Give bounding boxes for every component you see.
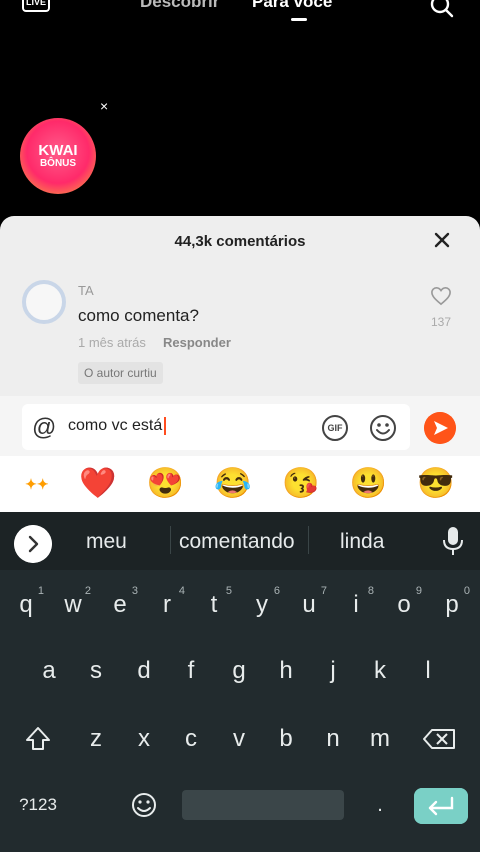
emoji-smile[interactable]: 😃 [350,469,387,499]
emoji-tears-of-joy[interactable]: 😂 [214,469,251,499]
symbols-key[interactable]: ?123 [12,780,64,830]
comment-text: como comenta? [78,306,199,325]
key-a[interactable]: a [27,646,71,696]
key-l[interactable]: l [406,646,450,696]
avatar[interactable] [22,280,66,324]
key-o[interactable]: o9 [382,580,426,630]
comments-count-title: 44,3k comentários [174,233,306,250]
bonus-close-icon[interactable]: × [100,98,108,114]
key-d[interactable]: d [122,646,166,696]
key-h[interactable]: h [264,646,308,696]
microphone-icon[interactable] [442,526,464,556]
comment-input-text[interactable]: como vc está [68,417,167,435]
live-icon[interactable]: LIVE [22,0,50,12]
gif-icon[interactable]: GIF [322,415,348,441]
text-caret [164,417,167,435]
key-n[interactable]: n [311,714,355,764]
bonus-subtitle: BÔNUS [39,157,77,169]
key-w[interactable]: w2 [51,580,95,630]
suggestion-2[interactable]: comentando [179,530,295,554]
comment-author[interactable]: TA [78,283,94,298]
comment-input-value: como vc está [68,417,163,435]
key-i[interactable]: i8 [334,580,378,630]
space-key[interactable] [182,790,344,820]
close-icon[interactable] [432,230,452,250]
key-g[interactable]: g [217,646,261,696]
key-k[interactable]: k [358,646,402,696]
key-t[interactable]: t5 [192,580,236,630]
emoji-sunglasses[interactable]: 😎 [417,469,454,499]
suggestion-divider [308,526,309,554]
heart-icon [431,286,451,306]
suggestion-bar: meu comentando linda [0,512,480,570]
kwai-sticker-icon[interactable]: ✦✦ [25,469,48,499]
mention-icon[interactable]: @ [32,414,56,442]
key-j[interactable]: j [311,646,355,696]
quick-emoji-row: ✦✦ ❤️ 😍 😂 😘 😃 😎 [0,456,480,512]
period-key[interactable]: . [358,780,402,830]
suggestion-divider [170,526,171,554]
key-b[interactable]: b [264,714,308,764]
key-z[interactable]: z [74,714,118,764]
emoji-picker-icon[interactable] [369,414,397,442]
active-tab-indicator [291,18,307,21]
top-navigation: LIVE Descobrir Para você [0,0,480,30]
key-m[interactable]: m [358,714,402,764]
bonus-title: KWAI [38,141,78,159]
tab-discover[interactable]: Descobrir [140,0,219,12]
comment-input-bar: @ como vc está GIF [0,396,480,456]
enter-key[interactable] [414,788,468,824]
key-f[interactable]: f [169,646,213,696]
key-c[interactable]: c [169,714,213,764]
backspace-icon[interactable] [418,714,462,764]
reply-button[interactable]: Responder [163,335,231,350]
emoji-kiss[interactable]: 😘 [282,469,319,499]
emoji-heart[interactable]: ❤️ [79,469,116,499]
key-y[interactable]: y6 [240,580,284,630]
like-button[interactable]: 137 [428,286,454,329]
chevron-right-icon[interactable] [14,525,52,563]
comment-time: 1 mês atrás [78,335,146,350]
keyboard: meu comentando linda q1 w2 e3 r4 t5 y6 u… [0,512,480,852]
emoji-heart-eyes[interactable]: 😍 [147,469,184,499]
comment-input[interactable]: @ como vc está GIF [22,404,410,450]
like-count: 137 [430,315,452,329]
shift-icon[interactable] [16,714,60,764]
key-s[interactable]: s [74,646,118,696]
suggestion-3[interactable]: linda [340,530,384,554]
author-liked-badge: O autor curtiu [78,362,163,384]
key-u[interactable]: u7 [287,580,331,630]
key-p[interactable]: p0 [430,580,474,630]
key-r[interactable]: r4 [145,580,189,630]
key-v[interactable]: v [217,714,261,764]
search-icon[interactable] [430,0,454,18]
suggestion-1[interactable]: meu [86,530,127,554]
key-e[interactable]: e3 [98,580,142,630]
tab-for-you[interactable]: Para você [252,0,332,12]
key-x[interactable]: x [122,714,166,764]
key-q[interactable]: q1 [4,580,48,630]
send-button[interactable] [424,412,456,444]
emoji-keyboard-icon[interactable] [122,780,166,830]
kwai-bonus-badge[interactable]: KWAI BÔNUS [20,118,96,194]
